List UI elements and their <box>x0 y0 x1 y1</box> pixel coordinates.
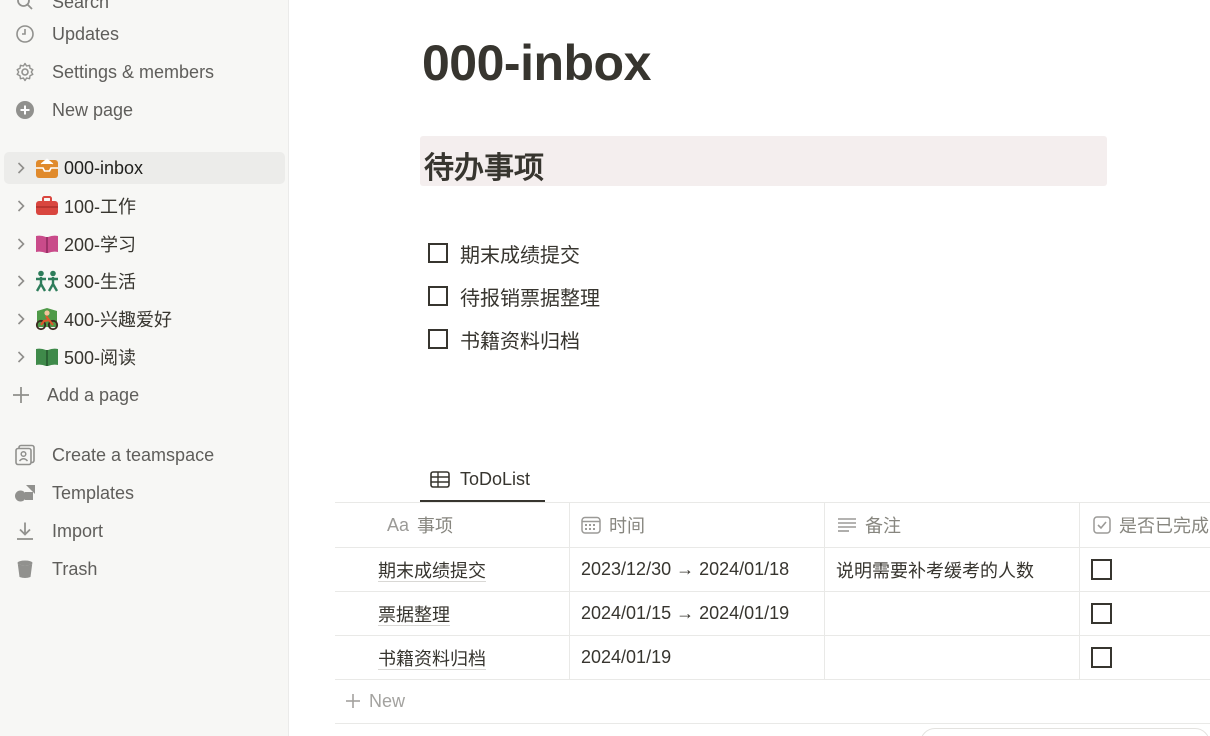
inbox-icon <box>34 155 60 181</box>
sidebar-item-label: 000-inbox <box>64 157 144 178</box>
cell-done-checkbox[interactable] <box>1091 603 1112 624</box>
cell-note[interactable]: 说明需要补考缓考的人数 <box>836 557 1034 583</box>
plus-icon <box>10 384 32 406</box>
sidebar-item-100[interactable]: 100-工作 <box>4 190 285 222</box>
sidebar-item-200[interactable]: 200-学习 <box>4 228 285 260</box>
chevron-right-icon[interactable] <box>14 313 28 325</box>
chevron-right-icon[interactable] <box>14 238 28 250</box>
sidebar-item-label: 100-工作 <box>64 197 137 217</box>
sidebar-import-label: Import <box>52 520 104 541</box>
todo-text[interactable]: 待报销票据整理 <box>460 282 600 311</box>
plus-icon <box>345 689 361 715</box>
sidebar-item-label: 400-兴趣爱好 <box>64 310 173 330</box>
chevron-right-icon[interactable] <box>14 275 28 287</box>
sidebar-trash[interactable]: Trash <box>4 553 285 585</box>
people-icon <box>34 268 60 294</box>
cell-name[interactable]: 书籍资料归档 <box>378 645 486 671</box>
table-row[interactable]: 票据整理 2024/01/15 → 2024/01/19 <box>335 592 1210 636</box>
open-book-icon <box>34 231 60 257</box>
cell-date[interactable]: 2024/01/15 → 2024/01/19 <box>581 603 789 624</box>
todo-checkbox[interactable] <box>428 286 448 306</box>
briefcase-icon <box>34 193 60 219</box>
download-icon <box>14 520 36 542</box>
cell-done-checkbox[interactable] <box>1091 559 1112 580</box>
sidebar-templates-label: Templates <box>52 482 135 503</box>
bottom-floating-pill[interactable] <box>920 728 1210 736</box>
trash-icon <box>14 558 36 580</box>
sidebar: Search Updates Settings & members New pa… <box>0 0 289 736</box>
column-header-name[interactable]: Aa 事项 <box>335 503 570 547</box>
plus-circle-icon <box>14 99 36 121</box>
sidebar-item-500[interactable]: 500-阅读 <box>4 341 285 373</box>
page-title[interactable]: 000-inbox <box>422 34 651 92</box>
chevron-right-icon[interactable] <box>14 162 28 174</box>
main-content: 000-inbox 待办事项 期末成绩提交 待报销票据整理 书籍资料归档 ToD… <box>290 0 1210 736</box>
add-row-label: New <box>369 691 406 711</box>
sidebar-settings[interactable]: Settings & members <box>4 56 285 88</box>
sidebar-templates[interactable]: Templates <box>4 477 285 509</box>
sidebar-search[interactable]: Search <box>4 0 285 18</box>
cell-name[interactable]: 期末成绩提交 <box>378 557 486 583</box>
todo-item: 书籍资料归档 <box>428 324 580 354</box>
templates-icon <box>14 482 36 504</box>
table-icon <box>430 470 452 488</box>
teamspace-icon <box>14 444 36 466</box>
column-header-label: 事项 <box>417 516 454 537</box>
sidebar-item-000-inbox[interactable]: 000-inbox <box>4 152 285 184</box>
green-book-icon <box>34 344 60 370</box>
column-header-label: 时间 <box>609 516 645 537</box>
table-row[interactable]: 书籍资料归档 2024/01/19 <box>335 636 1210 680</box>
sidebar-item-label: 300-生活 <box>64 272 137 292</box>
callout-block[interactable]: 待办事项 <box>420 136 1107 186</box>
chevron-right-icon[interactable] <box>14 200 28 212</box>
title-property-icon: Aa <box>387 514 410 535</box>
sidebar-updates-label: Updates <box>52 23 120 44</box>
sidebar-create-teamspace-label: Create a teamspace <box>52 444 215 465</box>
column-header-note[interactable]: 备注 <box>825 503 1080 547</box>
sidebar-create-teamspace[interactable]: Create a teamspace <box>4 439 285 471</box>
sidebar-add-page[interactable]: Add a page <box>4 379 285 411</box>
sidebar-new-page-label: New page <box>52 99 134 120</box>
cell-name[interactable]: 票据整理 <box>378 601 450 627</box>
sidebar-item-300[interactable]: 300-生活 <box>4 265 285 297</box>
sidebar-item-label: 500-阅读 <box>64 348 137 368</box>
todo-item: 期末成绩提交 <box>428 238 580 268</box>
clock-icon <box>14 23 36 45</box>
gear-icon <box>14 61 36 83</box>
table-header: Aa 事项 时间 备注 是否已完成 <box>335 502 1210 548</box>
sidebar-item-label: 200-学习 <box>64 235 137 255</box>
search-icon <box>14 0 36 13</box>
sidebar-item-400[interactable]: 400-兴趣爱好 <box>4 303 285 335</box>
checkbox-property-icon <box>1093 516 1111 534</box>
sidebar-trash-label: Trash <box>52 558 98 579</box>
text-lines-icon <box>837 517 857 533</box>
column-header-done[interactable]: 是否已完成 <box>1080 503 1210 547</box>
todo-item: 待报销票据整理 <box>428 281 600 311</box>
todo-text[interactable]: 书籍资料归档 <box>460 325 580 354</box>
column-header-time[interactable]: 时间 <box>570 503 825 547</box>
add-row-button[interactable]: New <box>335 680 1210 724</box>
cell-done-checkbox[interactable] <box>1091 647 1112 668</box>
todo-text[interactable]: 期末成绩提交 <box>460 239 580 268</box>
cell-date[interactable]: 2024/01/19 <box>581 647 671 668</box>
cell-date[interactable]: 2023/12/30 → 2024/01/18 <box>581 559 789 580</box>
sidebar-search-label: Search <box>52 0 110 12</box>
calendar-icon <box>581 516 601 534</box>
sidebar-settings-label: Settings & members <box>52 61 215 82</box>
column-header-label: 是否已完成 <box>1119 516 1209 537</box>
column-header-label: 备注 <box>865 516 901 537</box>
sidebar-new-page[interactable]: New page <box>4 94 285 126</box>
todo-checkbox[interactable] <box>428 243 448 263</box>
callout-heading[interactable]: 待办事项 <box>424 143 544 187</box>
tab-label: ToDoList <box>460 468 531 489</box>
sidebar-updates[interactable]: Updates <box>4 18 285 50</box>
table-row[interactable]: 期末成绩提交 2023/12/30 → 2024/01/18 说明需要补考缓考的… <box>335 548 1210 592</box>
tab-todolist[interactable]: ToDoList <box>420 458 545 502</box>
cyclist-icon <box>34 306 60 332</box>
todo-checkbox[interactable] <box>428 329 448 349</box>
sidebar-add-page-label: Add a page <box>47 384 140 405</box>
sidebar-import[interactable]: Import <box>4 515 285 547</box>
chevron-right-icon[interactable] <box>14 351 28 363</box>
